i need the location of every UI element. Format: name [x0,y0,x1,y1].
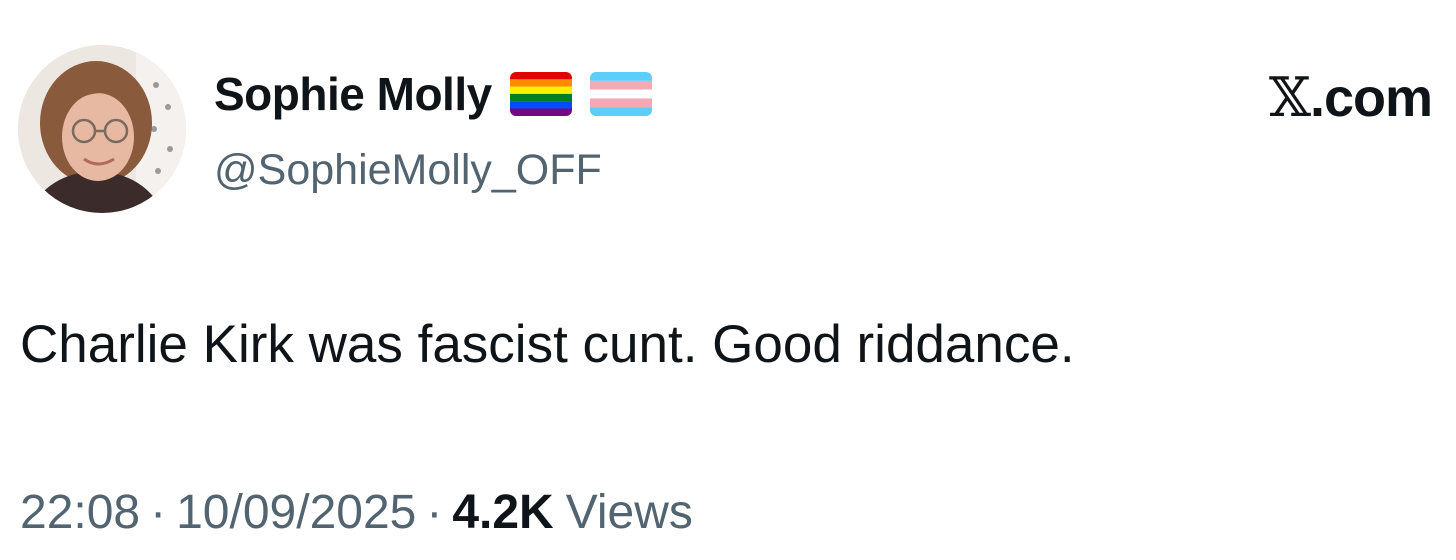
avatar[interactable] [18,45,186,213]
views-label: Views [565,486,693,539]
tweet-meta: 22:08 · 10/09/2025 · 4.2K Views [20,484,693,542]
x-com-logo: 𝕏.com [1269,66,1433,130]
profile-photo-icon [18,45,186,213]
tweet-card: Sophie Molly @SophieMolly_OFF 𝕏.com Char… [0,0,1456,560]
views-count[interactable]: 4.2K [452,484,553,542]
tweet-text: Charlie Kirk was fascist cunt. Good ridd… [20,315,1075,374]
separator: · [150,486,167,539]
rainbow-pride-flag-icon [509,72,572,116]
display-name[interactable]: Sophie Molly [214,66,492,122]
tweet-date[interactable]: 10/09/2025 [176,484,416,542]
brand-domain: .com [1309,68,1433,128]
user-handle[interactable]: @SophieMolly_OFF [214,144,602,196]
name-row: Sophie Molly [214,66,652,122]
transgender-pride-flag-icon [589,72,652,116]
x-logo-icon: 𝕏 [1269,66,1311,129]
separator: · [426,486,443,539]
tweet-time[interactable]: 22:08 [20,484,140,542]
